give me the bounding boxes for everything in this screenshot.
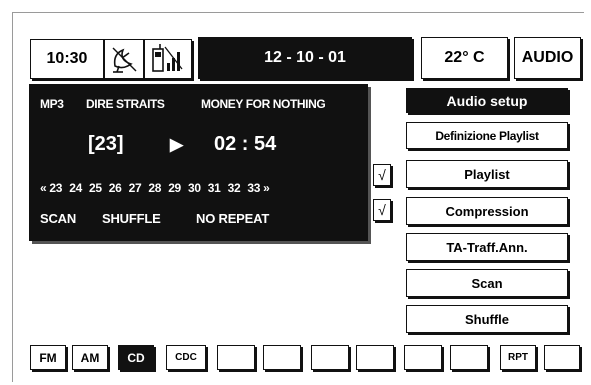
phone-icon	[152, 44, 183, 72]
date-display: 12 - 10 - 01	[198, 37, 412, 79]
definizione-playlist-button[interactable]: Definizione Playlist	[406, 122, 568, 149]
source-label: CD	[127, 350, 145, 365]
temperature-display: 22° C	[421, 37, 508, 79]
now-playing-panel: MP3 DIRE STRAITS MONEY FOR NOTHING [23] …	[29, 84, 368, 241]
song-title: MONEY FOR NOTHING	[201, 97, 326, 111]
track-list-item[interactable]: 32	[228, 181, 241, 195]
source-fm-button[interactable]: FM	[30, 345, 66, 370]
menu-item-label: Definizione Playlist	[435, 128, 539, 143]
empty-slot-button[interactable]	[263, 345, 301, 370]
audio-setup-label: Audio setup	[446, 92, 528, 109]
track-list-item[interactable]: 26	[109, 181, 122, 195]
audio-mode-label: AUDIO	[521, 49, 574, 66]
source-am-button[interactable]: AM	[72, 345, 108, 370]
elapsed-time: 02 : 54	[214, 133, 277, 155]
track-list-item[interactable]: 27	[129, 181, 142, 195]
menu-item-label: TA-Traff.Ann.	[446, 239, 528, 255]
empty-slot-button[interactable]	[404, 345, 442, 370]
track-list-item[interactable]: 28	[148, 181, 161, 195]
empty-slot-button[interactable]	[311, 345, 349, 370]
satellite-status	[104, 39, 144, 79]
menu-item-label: Scan	[471, 275, 503, 291]
source-label: FM	[39, 350, 57, 365]
file-format: MP3	[40, 97, 64, 111]
source-label: RPT	[508, 352, 528, 363]
track-list-item[interactable]: 24	[69, 181, 82, 195]
audio-mode-button[interactable]: AUDIO	[514, 37, 581, 79]
play-icon: ▶	[170, 135, 184, 154]
check-icon: √	[378, 167, 386, 183]
source-label: AM	[80, 350, 100, 365]
compression-checkbox[interactable]: √	[373, 199, 391, 221]
satellite-dish-crossed-icon	[112, 47, 137, 73]
temperature-text: 22° C	[444, 49, 485, 66]
source-cd-button[interactable]: CD	[118, 345, 154, 370]
traffic-announcement-button[interactable]: TA-Traff.Ann.	[406, 233, 568, 261]
repeat-button[interactable]: RPT	[500, 345, 536, 370]
menu-item-label: Playlist	[464, 166, 510, 182]
playlist-checkbox[interactable]: √	[373, 164, 391, 186]
scan-button[interactable]: Scan	[406, 269, 568, 297]
track-list-item[interactable]: 31	[208, 181, 221, 195]
check-icon: √	[378, 202, 386, 218]
playlist-button[interactable]: Playlist	[406, 160, 568, 188]
track-list-item[interactable]: 29	[168, 181, 181, 195]
artist-name: DIRE STRAITS	[86, 97, 165, 111]
source-cdc-button[interactable]: CDC	[166, 345, 206, 370]
empty-slot-button[interactable]	[217, 345, 255, 370]
compression-button[interactable]: Compression	[406, 197, 568, 225]
shuffle-status: SHUFFLE	[102, 211, 161, 226]
empty-slot-button[interactable]	[356, 345, 394, 370]
clock-display: 10:30	[30, 39, 104, 79]
track-list-item[interactable]: « 23	[40, 181, 62, 195]
empty-slot-button[interactable]	[544, 345, 580, 370]
track-list: « 23 24 25 26 27 28 29 30 31 32 33 »	[40, 181, 367, 195]
track-number: [23]	[88, 133, 124, 155]
track-list-item[interactable]: 33 »	[247, 181, 269, 195]
menu-item-label: Compression	[445, 203, 529, 219]
source-label: CDC	[175, 352, 197, 363]
menu-item-label: Shuffle	[464, 311, 510, 327]
shuffle-button[interactable]: Shuffle	[406, 305, 568, 333]
empty-slot-button[interactable]	[450, 345, 488, 370]
track-list-item[interactable]: 25	[89, 181, 102, 195]
clock-time: 10:30	[46, 50, 88, 67]
date-text: 12 - 10 - 01	[264, 49, 346, 66]
phone-status	[144, 39, 192, 79]
repeat-status: NO REPEAT	[196, 211, 270, 226]
scan-status: SCAN	[40, 211, 77, 226]
track-list-item[interactable]: 30	[188, 181, 201, 195]
audio-setup-header: Audio setup	[406, 88, 568, 113]
